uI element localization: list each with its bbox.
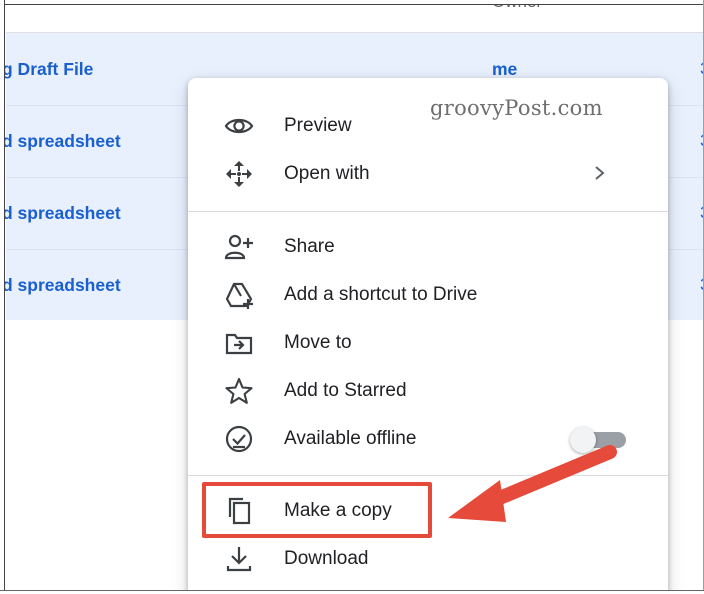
file-owner: me: [492, 59, 518, 79]
menu-item-add-to-starred[interactable]: Add to Starred: [188, 367, 668, 415]
menu-item-open-with[interactable]: Open with: [188, 150, 668, 198]
frame-border-top: [0, 0, 704, 5]
menu-item-share[interactable]: Share: [188, 223, 668, 271]
screenshot-frame: Owner g Draft File me 3 d spreadsheet 3 …: [0, 0, 704, 594]
menu-item-label: Download: [284, 548, 369, 569]
menu-item-add-shortcut[interactable]: Add a shortcut to Drive: [188, 271, 668, 319]
menu-item-preview[interactable]: Preview: [188, 102, 668, 150]
menu-item-label: Available offline: [284, 428, 417, 449]
file-name[interactable]: g Draft File: [2, 59, 93, 80]
highlight-box: [202, 482, 432, 538]
menu-item-label: Share: [284, 236, 335, 257]
frame-border-left: [0, 0, 5, 594]
menu-item-label: Add to Starred: [284, 380, 407, 401]
offline-check-icon: [224, 424, 254, 454]
menu-item-label: Move to: [284, 332, 352, 353]
menu-item-label: Preview: [284, 115, 352, 136]
person-add-icon: [224, 232, 254, 262]
menu-item-move-to[interactable]: Move to: [188, 319, 668, 367]
file-name[interactable]: d spreadsheet: [2, 131, 121, 152]
menu-item-download[interactable]: Download: [188, 535, 668, 583]
menu-item-label: Add a shortcut to Drive: [284, 284, 478, 305]
chevron-right-icon: [590, 162, 610, 184]
eye-icon: [224, 111, 254, 141]
frame-border-bottom: [0, 590, 704, 594]
file-name[interactable]: d spreadsheet: [2, 203, 121, 224]
folder-move-icon: [224, 328, 254, 358]
annotation-arrow: [448, 445, 617, 522]
download-icon: [224, 544, 254, 574]
file-name[interactable]: d spreadsheet: [2, 275, 121, 296]
drive-shortcut-icon: [224, 280, 254, 310]
list-header: Owner: [6, 0, 704, 33]
menu-item-label: Open with: [284, 163, 370, 184]
move-arrows-icon: [224, 159, 254, 189]
star-icon: [224, 376, 254, 406]
menu-divider: [188, 211, 668, 212]
